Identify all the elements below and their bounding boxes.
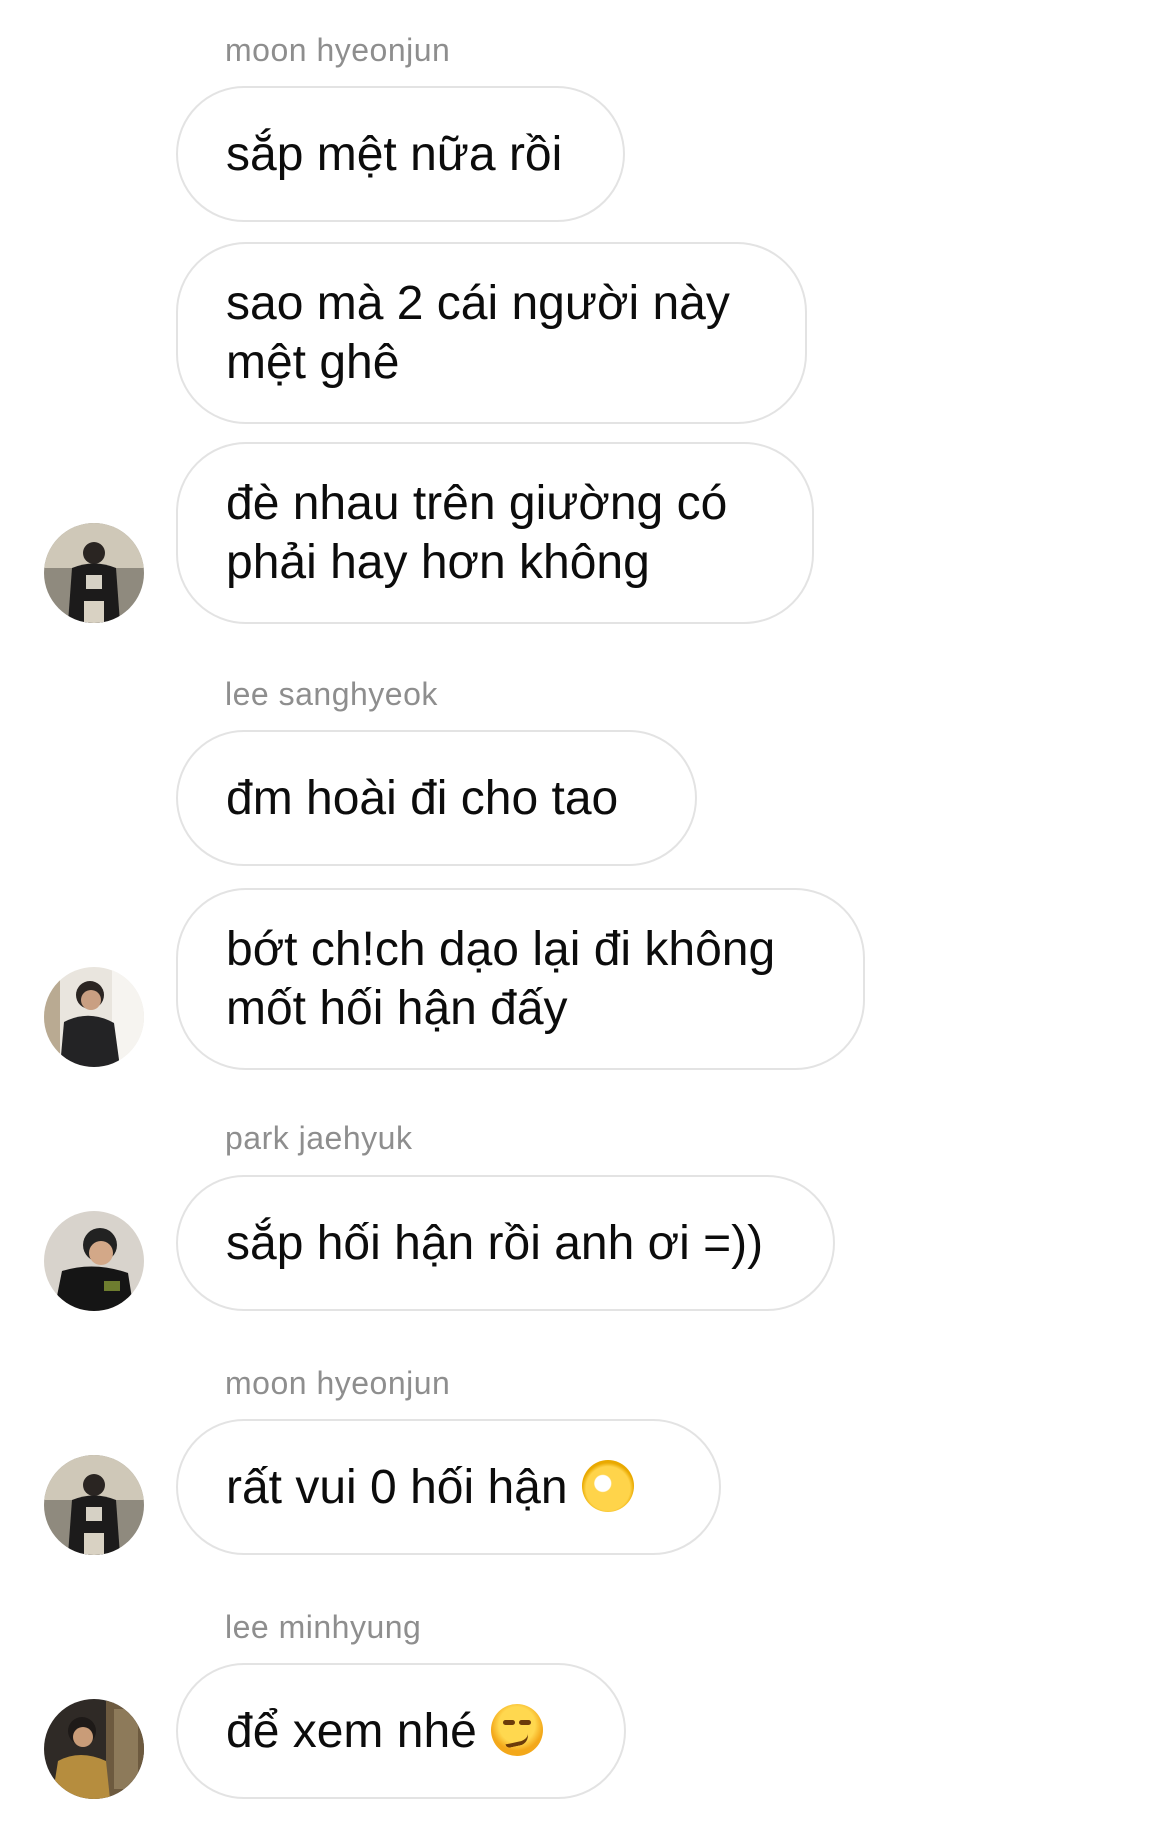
user-avatar-icon[interactable] <box>44 1455 144 1555</box>
user-avatar-icon[interactable] <box>44 967 144 1067</box>
message-text: sắp mệt nữa rồi <box>226 127 563 181</box>
message-bubble[interactable]: để xem nhé <box>176 1663 626 1799</box>
message-bubble[interactable]: sắp mệt nữa rồi <box>176 86 625 222</box>
message-text: rất vui 0 hối hận <box>226 1458 634 1517</box>
smirking-face-emoji-icon <box>490 1703 543 1756</box>
user-avatar-icon[interactable] <box>44 1211 144 1311</box>
message-bubble[interactable]: đè nhau trên giường có phải hay hơn khôn… <box>176 442 814 624</box>
message-bubble[interactable]: sắp hối hận rồi anh ơi =)) <box>176 1175 835 1311</box>
sender-name: lee sanghyeok <box>225 676 438 712</box>
message-bubble[interactable]: đm hoài đi cho tao <box>176 730 697 866</box>
message-text: đè nhau trên giường có phải hay hơn khôn… <box>226 477 728 589</box>
message-text: bớt ch!ch dạo lại đi không mốt hối hận đ… <box>226 923 776 1035</box>
sender-name: park jaehyuk <box>225 1120 413 1156</box>
message-text: sao mà 2 cái người này mệt ghê <box>226 277 730 389</box>
sender-name: moon hyeonjun <box>225 32 451 68</box>
user-avatar-icon[interactable] <box>44 523 144 623</box>
message-text: sắp hối hận rồi anh ơi =)) <box>226 1216 764 1270</box>
user-avatar-icon[interactable] <box>44 1699 144 1799</box>
message-text: đm hoài đi cho tao <box>226 771 619 825</box>
sender-name: moon hyeonjun <box>225 1365 451 1401</box>
ok-hand-emoji-icon <box>581 1459 634 1512</box>
message-bubble[interactable]: rất vui 0 hối hận <box>176 1419 721 1555</box>
message-text: để xem nhé <box>226 1702 543 1761</box>
sender-name: lee minhyung <box>225 1609 422 1645</box>
message-bubble[interactable]: sao mà 2 cái người này mệt ghê <box>176 242 807 424</box>
message-bubble[interactable]: bớt ch!ch dạo lại đi không mốt hối hận đ… <box>176 888 865 1070</box>
